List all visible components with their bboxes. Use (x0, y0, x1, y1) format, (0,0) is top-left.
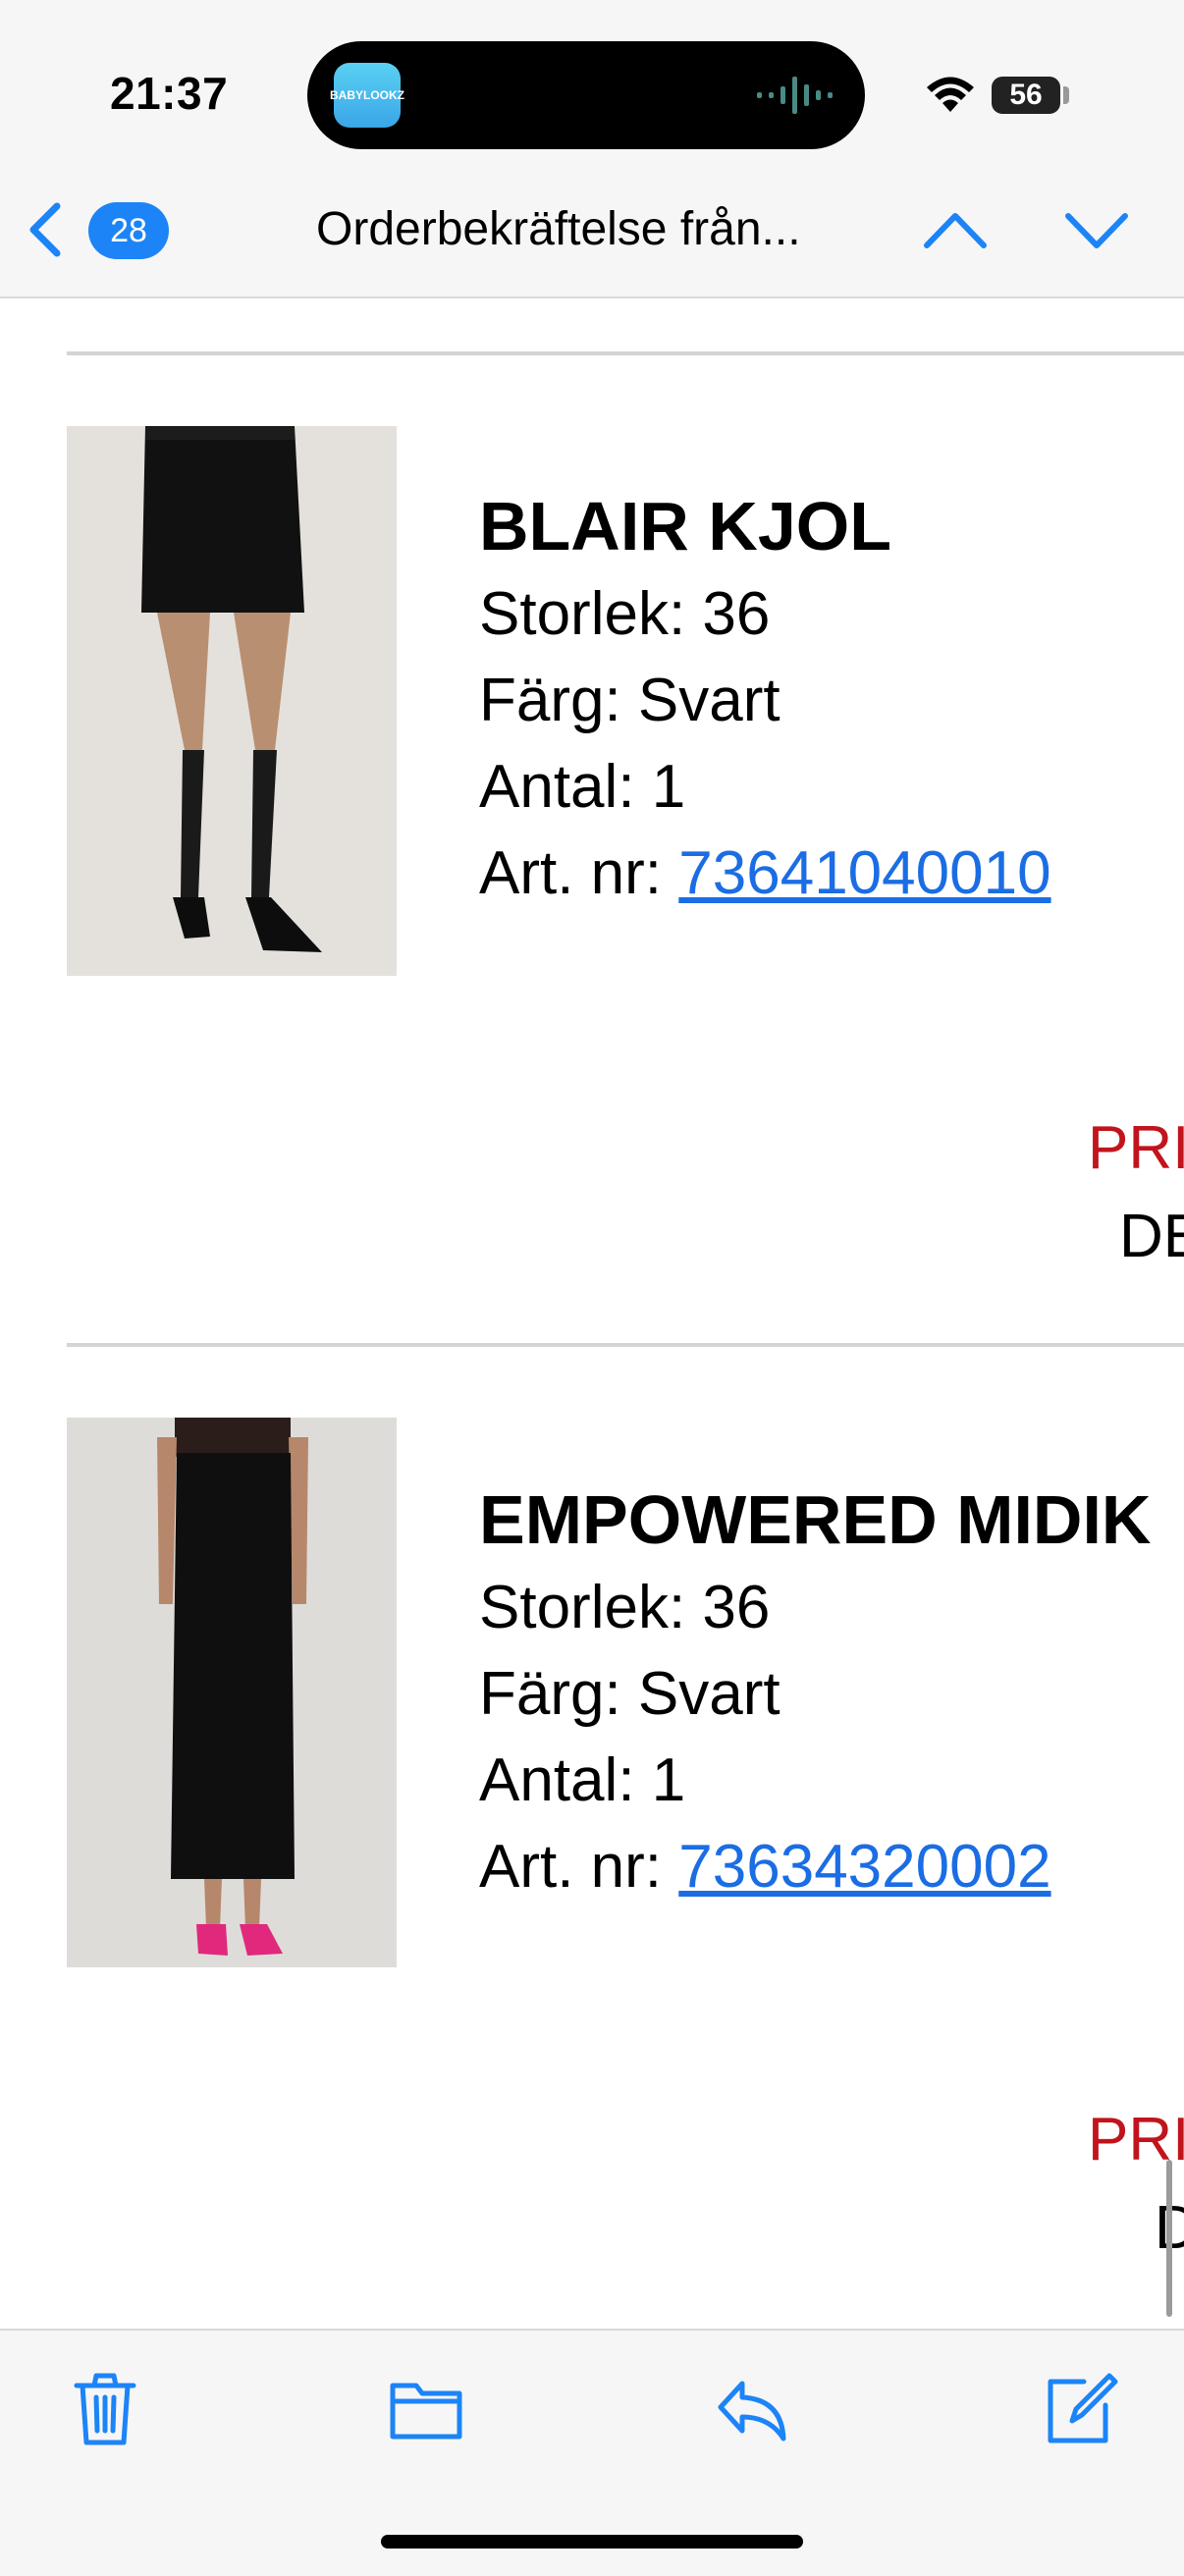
dynamic-island[interactable]: BABYLOOKZ (307, 41, 865, 149)
detail-label: DE (1119, 1203, 1184, 1270)
app-icon-label: BABYLOOKZ (330, 88, 404, 102)
product-name: BLAIR KJOL (479, 488, 891, 564)
article-label: Art. nr: (479, 1833, 679, 1901)
unread-count-badge[interactable]: 28 (88, 202, 169, 259)
status-time: 21:37 (110, 68, 229, 119)
price-label: PRI (1088, 1114, 1184, 1182)
product-article-row: Art. nr: 73641040010 (479, 838, 1051, 908)
navigation-bar: 21:37 BABYLOOKZ 56 28 Orderbekräftelse f… (0, 0, 1184, 298)
home-indicator (381, 2535, 803, 2549)
audio-wave-icon (757, 77, 833, 114)
product-size: Storlek: 36 (479, 580, 771, 648)
folder-icon[interactable] (387, 2370, 465, 2448)
chevron-up-icon[interactable] (921, 206, 990, 255)
article-number-link[interactable]: 73641040010 (678, 839, 1050, 907)
product-name: EMPOWERED MIDIK (479, 1481, 1152, 1558)
reply-icon[interactable] (713, 2370, 791, 2448)
product-size: Storlek: 36 (479, 1574, 771, 1641)
compose-icon[interactable] (1041, 2370, 1119, 2448)
email-subject-title: Orderbekräftelse från... (316, 203, 801, 255)
product-quantity: Antal: 1 (479, 1746, 686, 1814)
scrollbar[interactable] (1166, 2160, 1172, 2317)
article-number-link[interactable]: 73634320002 (678, 1833, 1050, 1901)
chevron-down-icon[interactable] (1062, 206, 1131, 255)
trash-icon[interactable] (71, 2370, 139, 2448)
back-chevron-icon[interactable] (24, 200, 67, 259)
article-label: Art. nr: (479, 839, 679, 907)
section-divider (67, 1343, 1184, 1347)
battery-indicator: 56 (992, 77, 1060, 114)
product-color: Färg: Svart (479, 667, 780, 734)
battery-cap (1063, 86, 1069, 104)
section-divider (67, 351, 1184, 355)
product-image-skirt[interactable] (67, 426, 397, 976)
product-color: Färg: Svart (479, 1660, 780, 1728)
app-icon: BABYLOOKZ (330, 63, 404, 128)
wifi-icon (927, 77, 974, 112)
product-quantity: Antal: 1 (479, 753, 686, 821)
product-article-row: Art. nr: 73634320002 (479, 1832, 1051, 1902)
product-image-midi-skirt[interactable] (67, 1418, 397, 1967)
